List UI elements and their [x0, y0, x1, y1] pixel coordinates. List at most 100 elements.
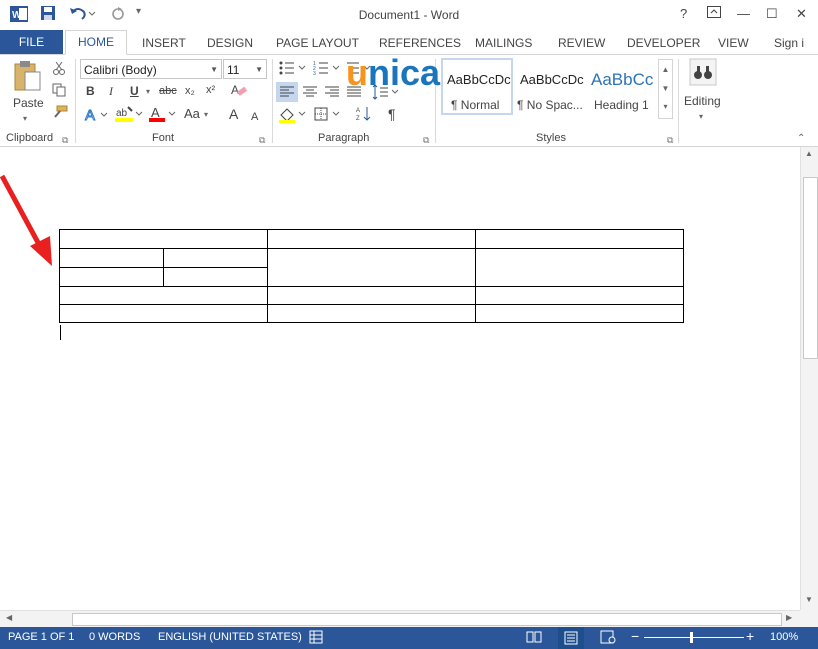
zoom-in-button[interactable]: +	[746, 628, 754, 644]
styles-gallery-scroll[interactable]: ▲ ▼ ▾	[658, 59, 673, 119]
scroll-right-icon[interactable]: ▶	[786, 613, 792, 622]
underline-button[interactable]: U	[130, 83, 139, 99]
change-case-button[interactable]: Aa	[184, 106, 200, 122]
print-layout-button[interactable]	[558, 627, 584, 649]
shrink-font-button[interactable]: A	[251, 109, 258, 125]
tab-file[interactable]: FILE	[0, 30, 63, 54]
title-bar: W ▾ Document1 - Word ? — ☐ ✕	[0, 0, 818, 30]
highlight-color-icon[interactable]: ab	[114, 105, 144, 127]
editing-button[interactable]: Editing	[684, 93, 721, 109]
editing-dropdown-icon[interactable]: ▾	[699, 109, 703, 125]
read-mode-icon[interactable]	[526, 630, 542, 647]
scroll-up-icon[interactable]: ▲	[805, 149, 813, 158]
tab-view[interactable]: VIEW	[712, 33, 755, 54]
horizontal-scrollbar[interactable]: ◀ ▶	[0, 610, 800, 628]
zoom-level[interactable]: 100%	[770, 631, 798, 643]
tab-page-layout[interactable]: PAGE LAYOUT	[270, 33, 365, 54]
align-left-button[interactable]	[276, 82, 298, 102]
chevron-up-icon[interactable]: ▲	[659, 60, 672, 79]
paragraph-launcher-icon[interactable]: ⧉	[423, 132, 429, 148]
word-count[interactable]: 0 WORDS	[89, 631, 140, 643]
tab-insert[interactable]: INSERT	[136, 33, 192, 54]
styles-group-label: Styles	[536, 132, 566, 144]
find-binoculars-icon[interactable]	[689, 58, 717, 90]
scrollbar-corner	[800, 610, 818, 627]
cut-icon[interactable]	[52, 61, 66, 79]
font-group-label: Font	[152, 132, 175, 144]
minimize-button[interactable]: —	[737, 6, 750, 21]
strikethrough-button[interactable]: abc	[159, 83, 177, 99]
svg-text:A: A	[231, 83, 239, 97]
unica-logo: u nica	[346, 52, 474, 94]
sort-icon[interactable]: AZ	[355, 105, 373, 127]
numbering-icon[interactable]: 123	[313, 60, 343, 80]
text-cursor	[60, 325, 61, 340]
style-name: ¶ No Spac...	[517, 98, 583, 112]
document-table[interactable]	[59, 229, 685, 325]
align-center-icon[interactable]	[300, 82, 320, 106]
font-launcher-icon[interactable]: ⧉	[259, 132, 265, 148]
shading-icon[interactable]	[278, 105, 308, 127]
text-effects-icon[interactable]: A	[84, 106, 108, 126]
svg-text:A: A	[85, 107, 95, 122]
paste-dropdown-icon[interactable]: ▾	[23, 111, 27, 127]
bullets-icon[interactable]	[279, 60, 309, 80]
align-right-icon[interactable]	[322, 82, 342, 106]
clipboard-launcher-icon[interactable]: ⧉	[62, 132, 68, 148]
tab-design[interactable]: DESIGN	[201, 33, 259, 54]
zoom-slider-track[interactable]	[644, 637, 744, 638]
change-case-dropdown-icon[interactable]: ▾	[204, 107, 208, 123]
clear-formatting-icon[interactable]: A	[230, 82, 248, 102]
web-layout-icon[interactable]	[600, 630, 616, 647]
superscript-button[interactable]: x²	[206, 82, 215, 98]
chevron-down-icon[interactable]: ▼	[659, 79, 672, 98]
zoom-slider-thumb[interactable]	[690, 632, 693, 643]
document-canvas[interactable]	[0, 147, 800, 610]
help-button[interactable]: ?	[680, 6, 687, 21]
font-family-combo[interactable]: Calibri (Body) ▼	[80, 59, 222, 79]
scroll-thumb[interactable]	[72, 613, 782, 626]
restore-button[interactable]: ☐	[766, 6, 778, 22]
close-button[interactable]: ✕	[796, 6, 807, 22]
styles-launcher-icon[interactable]: ⧉	[667, 132, 673, 148]
copy-icon[interactable]	[52, 83, 66, 101]
tab-review[interactable]: REVIEW	[552, 33, 611, 54]
paste-icon[interactable]	[12, 60, 42, 96]
font-color-icon[interactable]: A	[148, 105, 178, 127]
macro-record-icon[interactable]	[309, 630, 323, 647]
style-no-spacing[interactable]: AaBbCcDc ¶ No Spac...	[515, 58, 585, 115]
page-count[interactable]: PAGE 1 OF 1	[8, 631, 74, 643]
format-painter-icon[interactable]	[52, 105, 68, 123]
collapse-ribbon-icon[interactable]: ⌃	[797, 131, 805, 147]
borders-icon[interactable]	[313, 105, 343, 127]
window-title: Document1 - Word	[358, 8, 460, 22]
sign-in-link[interactable]: Sign i	[768, 33, 810, 54]
style-sample: AaBbCcDc	[520, 72, 584, 87]
style-name: ¶ Normal	[451, 98, 500, 112]
bold-button[interactable]: B	[86, 83, 95, 99]
paste-button[interactable]: Paste	[13, 95, 44, 111]
tab-references[interactable]: REFERENCES	[373, 33, 467, 54]
show-formatting-marks-button[interactable]: ¶	[388, 106, 396, 122]
tab-developer[interactable]: DEVELOPER	[621, 33, 706, 54]
font-size-value: 11	[227, 63, 240, 77]
ribbon-display-options-icon[interactable]	[707, 6, 721, 21]
vertical-scrollbar[interactable]: ▲ ▼	[800, 147, 818, 610]
scroll-down-icon[interactable]: ▼	[805, 595, 813, 604]
style-heading-1[interactable]: AaBbCc Heading 1	[588, 58, 654, 115]
svg-text:A: A	[151, 105, 160, 120]
tab-mailings[interactable]: MAILINGS	[469, 33, 538, 54]
tab-home[interactable]: HOME	[65, 30, 127, 55]
subscript-button[interactable]: x₂	[185, 83, 195, 99]
italic-button[interactable]: I	[109, 83, 113, 99]
underline-dropdown-icon[interactable]: ▾	[146, 84, 150, 100]
svg-text:nica: nica	[368, 57, 441, 91]
scroll-left-icon[interactable]: ◀	[6, 613, 12, 622]
svg-text:Z: Z	[356, 116, 360, 122]
zoom-out-button[interactable]: −	[631, 628, 639, 644]
more-styles-icon[interactable]: ▾	[659, 98, 672, 116]
scroll-thumb[interactable]	[803, 177, 818, 359]
language-indicator[interactable]: ENGLISH (UNITED STATES)	[158, 631, 302, 643]
grow-font-button[interactable]: A	[229, 106, 238, 122]
font-size-combo[interactable]: 11 ▼	[223, 59, 267, 79]
